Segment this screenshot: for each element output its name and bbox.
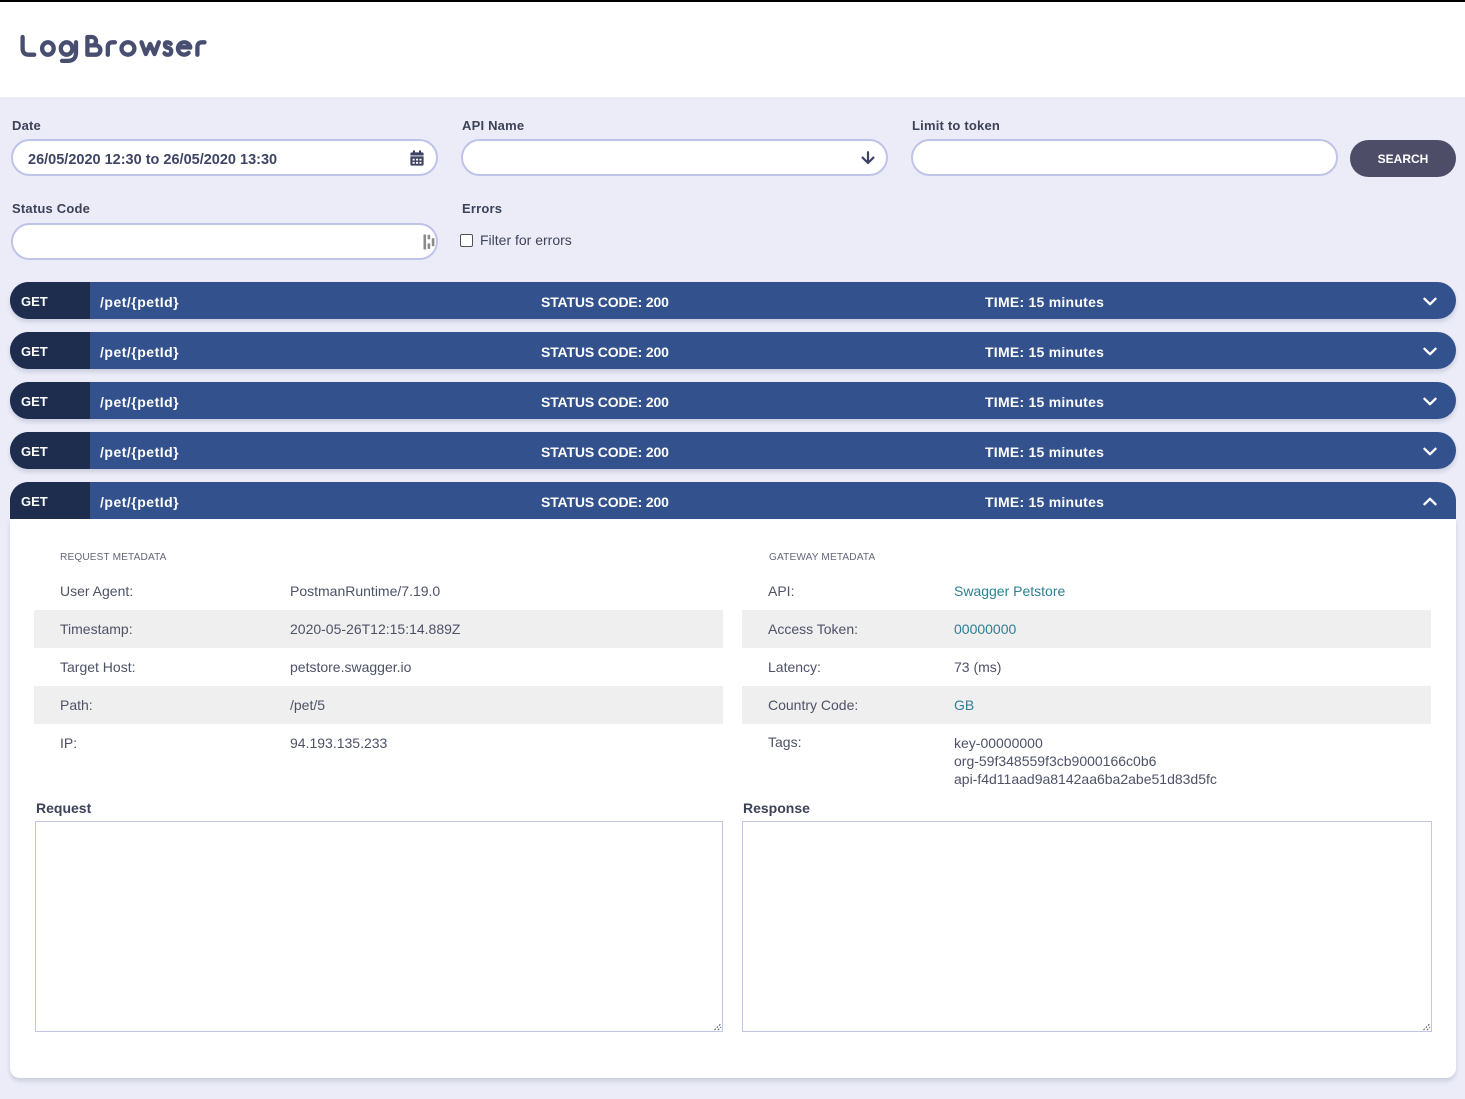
status-code-input[interactable] — [11, 223, 438, 260]
request-label: Request — [36, 800, 91, 816]
api-name-label: API Name — [462, 118, 524, 133]
response-textarea-wrap — [742, 821, 1432, 1032]
row-path: /pet/{petId} — [100, 294, 541, 310]
metadata-label: Timestamp: — [60, 621, 290, 637]
metadata-label: Path: — [60, 697, 290, 713]
method-badge: GET — [10, 432, 90, 469]
metadata-label: IP: — [60, 735, 290, 751]
response-textarea[interactable] — [742, 821, 1432, 1032]
metadata-link[interactable]: GB — [954, 697, 974, 713]
metadata-row: Timestamp:2020-05-26T12:15:14.889Z — [34, 610, 723, 648]
metadata-link[interactable]: Swagger Petstore — [954, 583, 1065, 599]
metadata-value: /pet/5 — [290, 697, 325, 713]
log-row-4[interactable]: GET/pet/{petId}STATUS CODE: 200TIME: 15 … — [10, 432, 1456, 469]
row-time: TIME: 15 minutes — [985, 444, 1423, 460]
api-name-select[interactable] — [461, 139, 888, 176]
metadata-row: User Agent:PostmanRuntime/7.19.0 — [34, 572, 723, 610]
row-status: STATUS CODE: 200 — [541, 344, 985, 360]
row-time: TIME: 15 minutes — [985, 494, 1423, 510]
status-code-label: Status Code — [12, 201, 90, 216]
log-row-1[interactable]: GET/pet/{petId}STATUS CODE: 200TIME: 15 … — [10, 282, 1456, 319]
metadata-row: Tags:key-00000000org-59f348559f3cb900016… — [742, 724, 1431, 800]
row-path: /pet/{petId} — [100, 444, 541, 460]
errors-label: Errors — [462, 201, 502, 216]
chevron-down-icon[interactable] — [1423, 297, 1437, 306]
metadata-value: key-00000000org-59f348559f3cb9000166c0b6… — [954, 734, 1217, 788]
metadata-value: 94.193.135.233 — [290, 735, 387, 751]
method-badge: GET — [10, 332, 90, 369]
limit-to-token-label: Limit to token — [912, 118, 1000, 133]
metadata-value: 2020-05-26T12:15:14.889Z — [290, 621, 460, 637]
chevron-down-icon[interactable] — [1423, 397, 1437, 406]
metadata-row: Path:/pet/5 — [34, 686, 723, 724]
row-path: /pet/{petId} — [100, 494, 541, 510]
row-status: STATUS CODE: 200 — [541, 494, 985, 510]
metadata-row: IP:94.193.135.233 — [34, 724, 723, 762]
row-status: STATUS CODE: 200 — [541, 444, 985, 460]
row-time: TIME: 15 minutes — [985, 294, 1423, 310]
log-row-3[interactable]: GET/pet/{petId}STATUS CODE: 200TIME: 15 … — [10, 382, 1456, 419]
gateway-metadata-heading: GATEWAY METADATA — [769, 552, 875, 563]
request-metadata-table: User Agent:PostmanRuntime/7.19.0Timestam… — [34, 572, 723, 762]
request-textarea[interactable] — [35, 821, 723, 1032]
request-textarea-wrap — [35, 821, 723, 1032]
metadata-label: Target Host: — [60, 659, 290, 675]
errors-checkbox[interactable] — [460, 234, 473, 247]
metadata-label: Access Token: — [768, 621, 954, 637]
row-status: STATUS CODE: 200 — [541, 294, 985, 310]
log-browser-page: { "header": { "title": "Log Browser" }, … — [0, 0, 1465, 1099]
row-path: /pet/{petId} — [100, 344, 541, 360]
metadata-row: Latency:73 (ms) — [742, 648, 1431, 686]
metadata-row: Country Code:GB — [742, 686, 1431, 724]
date-label: Date — [12, 118, 41, 133]
log-detail-panel: REQUEST METADATA User Agent:PostmanRunti… — [10, 519, 1456, 1078]
log-row-2[interactable]: GET/pet/{petId}STATUS CODE: 200TIME: 15 … — [10, 332, 1456, 369]
gateway-metadata-table: API:Swagger PetstoreAccess Token:0000000… — [742, 572, 1431, 800]
errors-checkbox-label: Filter for errors — [480, 232, 572, 248]
filter-for-errors-row[interactable]: Filter for errors — [460, 232, 572, 248]
metadata-link[interactable]: 00000000 — [954, 621, 1016, 637]
page-title-graphic — [0, 25, 260, 70]
method-badge: GET — [10, 482, 90, 519]
chevron-down-icon[interactable] — [1423, 447, 1437, 456]
metadata-label: User Agent: — [60, 583, 290, 599]
row-time: TIME: 15 minutes — [985, 394, 1423, 410]
date-input[interactable] — [11, 139, 438, 176]
metadata-label: Latency: — [768, 659, 954, 675]
row-status: STATUS CODE: 200 — [541, 394, 985, 410]
row-time: TIME: 15 minutes — [985, 344, 1423, 360]
metadata-label: Country Code: — [768, 697, 954, 713]
metadata-value: 73 (ms) — [954, 659, 1001, 675]
metadata-row: API:Swagger Petstore — [742, 572, 1431, 610]
log-row-5[interactable]: GET/pet/{petId}STATUS CODE: 200TIME: 15 … — [10, 482, 1456, 519]
method-badge: GET — [10, 282, 90, 319]
chevron-down-icon[interactable] — [1423, 347, 1437, 356]
limit-to-token-input[interactable] — [911, 139, 1338, 176]
row-path: /pet/{petId} — [100, 394, 541, 410]
chevron-up-icon[interactable] — [1423, 497, 1437, 506]
metadata-label: Tags: — [768, 734, 954, 750]
response-label: Response — [743, 800, 810, 816]
metadata-label: API: — [768, 583, 954, 599]
request-metadata-heading: REQUEST METADATA — [60, 552, 167, 563]
page-header: Log Browser — [0, 2, 1465, 97]
method-badge: GET — [10, 382, 90, 419]
metadata-value: PostmanRuntime/7.19.0 — [290, 583, 440, 599]
metadata-value: petstore.swagger.io — [290, 659, 411, 675]
metadata-row: Access Token:00000000 — [742, 610, 1431, 648]
search-button[interactable]: SEARCH — [1350, 140, 1456, 177]
metadata-row: Target Host:petstore.swagger.io — [34, 648, 723, 686]
